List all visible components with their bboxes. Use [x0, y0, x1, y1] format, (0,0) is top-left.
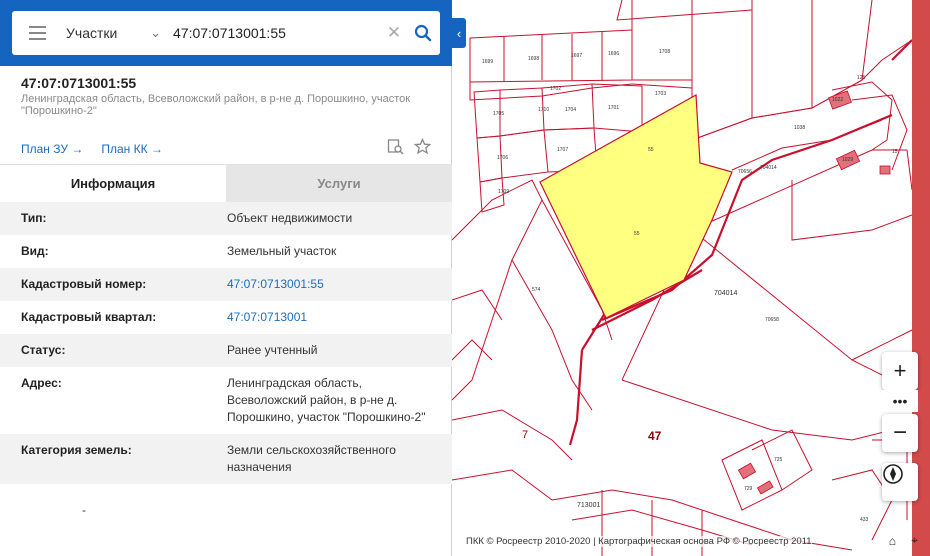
- info-key: Кадастровый квартал:: [21, 310, 157, 324]
- cadastral-quarter-link[interactable]: 47:07:0713001: [227, 309, 427, 326]
- info-key: Тип:: [21, 211, 47, 225]
- home-icon[interactable]: ⌂: [889, 534, 896, 548]
- info-panel: Участки ⌄ 47:07:0713001:55 ✕ 47:07:07130…: [0, 0, 452, 556]
- trailing-value: -: [82, 503, 86, 517]
- search-bar: Участки ⌄ 47:07:0713001:55 ✕: [12, 11, 440, 55]
- building-small-3: [756, 480, 774, 495]
- parcel-label: 1701: [608, 105, 620, 111]
- info-value: Ранее учтенный: [227, 343, 318, 357]
- parcel-label: 1022: [832, 97, 844, 103]
- quarter-label: 47: [648, 429, 662, 443]
- info-key: Адрес:: [21, 376, 62, 390]
- info-row-status: Статус: Ранее учтенный: [0, 334, 452, 367]
- parcel-label: 729: [744, 486, 753, 492]
- info-row-cadastral-quarter: Кадастровый квартал: 47:07:0713001: [0, 301, 452, 334]
- parcel-label: 433: [860, 517, 869, 523]
- search-header: Участки ⌄ 47:07:0713001:55 ✕: [0, 0, 452, 66]
- menu-button[interactable]: [12, 11, 62, 55]
- object-title: 47:07:0713001:55: [21, 75, 137, 91]
- parcel-label: 725: [774, 457, 783, 463]
- info-table: Тип: Объект недвижимости Вид: Земельный …: [0, 202, 452, 484]
- parcel-label: 1708: [659, 49, 671, 55]
- parcel-label: 1698: [528, 56, 540, 62]
- building-small-2: [737, 462, 757, 480]
- parcel-label: 1699: [482, 59, 494, 65]
- zoom-out-button[interactable]: −: [882, 414, 918, 452]
- chevron-down-icon: ⌄: [150, 25, 161, 40]
- info-row-type: Тип: Объект недвижимости: [0, 202, 452, 235]
- info-value: Земли сельскохозяйственного назначения: [227, 443, 396, 474]
- parcel-label: 55: [648, 147, 654, 153]
- parcel-label: 704014: [714, 290, 738, 297]
- tab-information[interactable]: Информация: [0, 165, 226, 202]
- cadastral-number-link[interactable]: 47:07:0713001:55: [227, 276, 427, 293]
- building-small-1: [879, 165, 891, 175]
- parcel-label: 704014: [760, 165, 777, 171]
- star-icon[interactable]: [414, 138, 431, 155]
- parcel-label: 1706: [497, 155, 509, 161]
- plan-zu-link[interactable]: План ЗУ →: [21, 142, 83, 156]
- cadastral-map[interactable]: 1699 1698 1697 1696 1708 1703 1702 1705 …: [452, 0, 930, 556]
- search-button[interactable]: [406, 24, 440, 42]
- map-attribution: ПКК © Росреестр 2010-2020 | Картографиче…: [466, 536, 812, 547]
- parcel-label: 1696: [608, 51, 620, 57]
- parcel-label: 7: [522, 429, 529, 441]
- parcel-label: 1705: [493, 111, 505, 117]
- search-icon: [414, 24, 432, 42]
- parcel-label: 125: [857, 75, 866, 81]
- info-value: Ленинградская область, Всеволожский райо…: [227, 376, 426, 424]
- compass-button[interactable]: [882, 463, 918, 501]
- info-key: Статус:: [21, 343, 66, 357]
- info-row-kind: Вид: Земельный участок: [0, 235, 452, 268]
- selected-parcel-highlight[interactable]: [539, 94, 733, 319]
- parcel-label: 15: [892, 149, 898, 155]
- panel-tabs: Информация Услуги: [0, 164, 452, 202]
- parcel-label: 1707: [557, 147, 569, 153]
- info-row-cadastral-number: Кадастровый номер: 47:07:0713001:55: [0, 268, 452, 301]
- object-tools: [387, 138, 431, 155]
- parcel-label: 574: [532, 287, 541, 293]
- parcel-label: 1709: [498, 189, 510, 195]
- parcel-label: 1704: [565, 107, 577, 113]
- parcel-label: 1710: [538, 107, 550, 113]
- info-key: Вид:: [21, 244, 49, 258]
- parcel-label: 1029: [842, 157, 854, 163]
- map-parcels-layer[interactable]: [452, 0, 930, 556]
- info-key: Категория земель:: [21, 443, 132, 457]
- collapse-panel-button[interactable]: ‹: [452, 18, 466, 48]
- hamburger-icon: [28, 24, 46, 42]
- plan-links: План ЗУ → План КК →: [21, 142, 163, 156]
- more-options-button[interactable]: •••: [882, 390, 918, 412]
- document-search-icon[interactable]: [387, 138, 404, 155]
- parcel-label: 1038: [794, 125, 806, 131]
- parcel-label: 1697: [571, 53, 583, 59]
- parcel-label: 1702: [550, 86, 562, 92]
- quarter-label: 713001: [577, 502, 601, 509]
- plan-kk-link[interactable]: План КК →: [101, 142, 163, 156]
- zoom-in-button[interactable]: +: [882, 352, 918, 390]
- search-scope-select[interactable]: Участки ⌄: [62, 25, 167, 41]
- parcel-label: 1703: [655, 91, 667, 97]
- info-row-land-category: Категория земель: Земли сельскохозяйстве…: [0, 434, 452, 484]
- info-key: Кадастровый номер:: [21, 277, 147, 291]
- search-scope-label: Участки: [66, 25, 118, 41]
- tab-services[interactable]: Услуги: [226, 165, 452, 202]
- compass-icon: [883, 464, 903, 484]
- object-address: Ленинградская область, Всеволожский райо…: [21, 93, 411, 117]
- clear-search-button[interactable]: ✕: [382, 23, 406, 43]
- location-icon[interactable]: ⌖: [911, 533, 918, 548]
- info-value: Объект недвижимости: [227, 211, 353, 225]
- info-row-address: Адрес: Ленинградская область, Всеволожск…: [0, 367, 452, 434]
- search-input[interactable]: 47:07:0713001:55: [167, 25, 382, 41]
- parcel-label: 70656: [738, 169, 752, 175]
- parcel-label: 55: [634, 231, 640, 237]
- parcel-label: 70658: [765, 317, 779, 323]
- info-value: Земельный участок: [227, 244, 337, 258]
